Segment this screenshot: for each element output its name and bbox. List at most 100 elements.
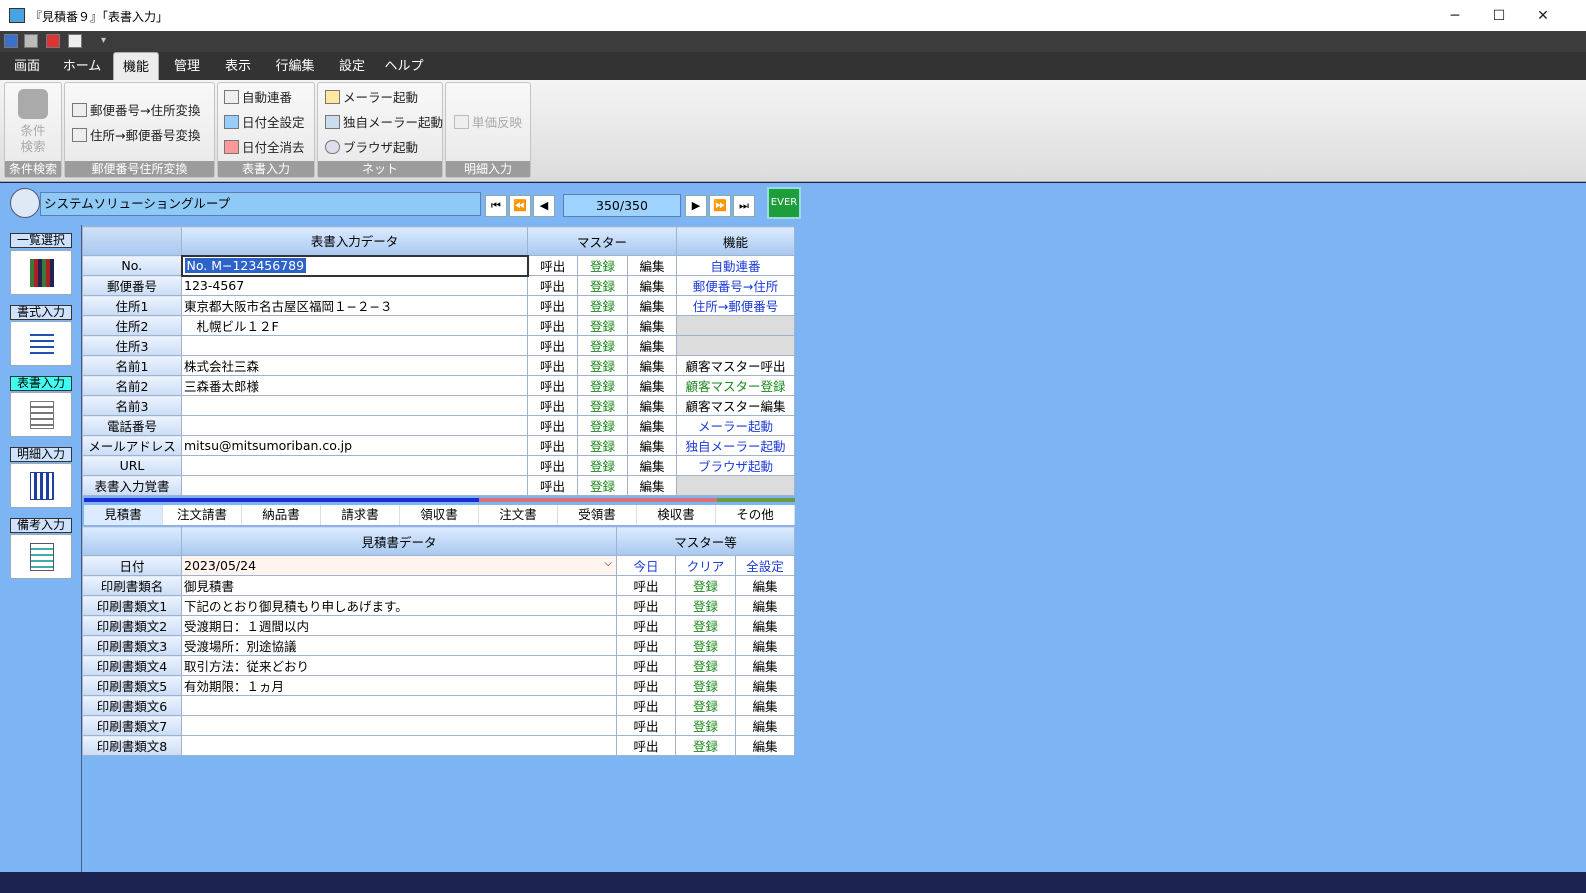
edit-button[interactable]: 編集 xyxy=(626,475,678,496)
row-value-field[interactable]: No. M−123456789 xyxy=(180,254,529,277)
preview-icon[interactable] xyxy=(68,34,82,48)
row-value-field[interactable]: 受渡場所：別途協議 xyxy=(181,635,617,656)
function-button[interactable]: 顧客マスター登録 xyxy=(676,375,796,396)
row-value-field[interactable]: 札幌ビル１２F xyxy=(181,315,528,336)
edit-button[interactable]: 編集 xyxy=(734,595,796,616)
row-value-field[interactable] xyxy=(181,335,528,356)
register-button[interactable]: 登録 xyxy=(577,475,628,496)
edit-button[interactable]: 編集 xyxy=(626,355,678,376)
launch-browser-button[interactable]: ブラウザ起動 xyxy=(325,138,418,158)
menu-function[interactable]: 機能 xyxy=(113,52,159,80)
edit-button[interactable]: 編集 xyxy=(626,315,678,336)
register-button[interactable]: 登録 xyxy=(577,435,628,456)
edit-button[interactable]: 編集 xyxy=(734,635,796,656)
call-button[interactable]: 呼出 xyxy=(527,275,578,296)
call-button[interactable]: 呼出 xyxy=(527,375,578,396)
menu-help[interactable]: ヘルプ xyxy=(382,52,426,80)
call-button[interactable]: 呼出 xyxy=(616,595,676,616)
set-all-button[interactable]: 全設定 xyxy=(734,555,796,576)
call-button[interactable]: 呼出 xyxy=(616,615,676,636)
edit-button[interactable]: 編集 xyxy=(734,655,796,676)
row-value-field[interactable]: 三森番太郎様 xyxy=(181,375,528,396)
print-icon[interactable] xyxy=(24,34,38,48)
row-value-field[interactable]: 下記のとおり御見積もり申しあげます。 xyxy=(181,595,617,616)
edit-button[interactable]: 編集 xyxy=(734,735,796,756)
function-button[interactable]: メーラー起動 xyxy=(676,415,796,436)
menu-manage[interactable]: 管理 xyxy=(165,52,209,80)
menu-screen[interactable]: 画面 xyxy=(6,52,48,80)
register-button[interactable]: 登録 xyxy=(675,575,736,596)
edit-button[interactable]: 編集 xyxy=(626,335,678,356)
close-button[interactable]: ✕ xyxy=(1520,0,1566,31)
register-button[interactable]: 登録 xyxy=(577,455,628,476)
register-button[interactable]: 登録 xyxy=(577,255,628,276)
edit-button[interactable]: 編集 xyxy=(626,295,678,316)
row-value-field[interactable]: 株式会社三森 xyxy=(181,355,528,376)
call-button[interactable]: 呼出 xyxy=(616,635,676,656)
register-button[interactable]: 登録 xyxy=(577,415,628,436)
search-magnifier-icon[interactable] xyxy=(10,188,40,218)
edit-button[interactable]: 編集 xyxy=(734,575,796,596)
prev-record-button[interactable]: ◀ xyxy=(533,195,555,217)
register-button[interactable]: 登録 xyxy=(675,655,736,676)
launch-custom-mailer-button[interactable]: 独自メーラー起動 xyxy=(325,113,443,133)
edit-button[interactable]: 編集 xyxy=(626,395,678,416)
register-button[interactable]: 登録 xyxy=(675,695,736,716)
row-value-field[interactable] xyxy=(181,715,617,736)
today-button[interactable]: 今日 xyxy=(616,555,676,576)
register-button[interactable]: 登録 xyxy=(577,375,628,396)
call-button[interactable]: 呼出 xyxy=(616,695,676,716)
tab-receipt[interactable]: 領収書 xyxy=(400,505,479,525)
edit-button[interactable]: 編集 xyxy=(626,415,678,436)
register-button[interactable]: 登録 xyxy=(675,635,736,656)
row-value-field[interactable]: 取引方法：従来どおり xyxy=(181,655,617,676)
minimize-button[interactable]: ─ xyxy=(1432,0,1478,31)
detail-input-button[interactable] xyxy=(10,463,72,508)
register-button[interactable]: 登録 xyxy=(577,275,628,296)
register-button[interactable]: 登録 xyxy=(577,335,628,356)
clear-button[interactable]: クリア xyxy=(675,555,736,576)
header-input-button[interactable] xyxy=(10,392,72,437)
row-value-field[interactable]: 123-4567 xyxy=(181,275,528,296)
row-value-field[interactable] xyxy=(181,735,617,756)
register-button[interactable]: 登録 xyxy=(577,355,628,376)
tab-delivery[interactable]: 納品書 xyxy=(242,505,321,525)
postal-to-address-button[interactable]: 郵便番号→住所変換 xyxy=(72,101,200,121)
call-button[interactable]: 呼出 xyxy=(527,315,578,336)
row-value-field[interactable] xyxy=(181,695,617,716)
tab-estimate[interactable]: 見積書 xyxy=(84,505,163,525)
menu-view[interactable]: 表示 xyxy=(216,52,260,80)
date-picker[interactable]: 2023/05/24 ⌵ xyxy=(181,555,617,576)
function-button[interactable]: 郵便番号→住所 xyxy=(676,275,796,296)
call-button[interactable]: 呼出 xyxy=(527,415,578,436)
register-button[interactable]: 登録 xyxy=(577,295,628,316)
address-to-postal-button[interactable]: 住所→郵便番号変換 xyxy=(72,126,200,146)
clear-all-dates-button[interactable]: 日付全消去 xyxy=(224,138,305,158)
row-value-field[interactable]: mitsu@mitsumoriban.co.jp xyxy=(181,435,528,456)
company-field[interactable]: システムソリューショングループ xyxy=(40,192,481,216)
row-value-field[interactable]: 受渡期日：１週間以内 xyxy=(181,615,617,636)
edit-button[interactable]: 編集 xyxy=(734,615,796,636)
tab-order[interactable]: 注文書 xyxy=(479,505,558,525)
register-button[interactable]: 登録 xyxy=(577,395,628,416)
call-button[interactable]: 呼出 xyxy=(527,395,578,416)
call-button[interactable]: 呼出 xyxy=(527,455,578,476)
call-button[interactable]: 呼出 xyxy=(616,655,676,676)
call-button[interactable]: 呼出 xyxy=(527,475,578,496)
register-button[interactable]: 登録 xyxy=(675,715,736,736)
function-button[interactable]: ブラウザ起動 xyxy=(676,455,796,476)
edit-button[interactable]: 編集 xyxy=(626,435,678,456)
last-record-button[interactable]: ⏭ xyxy=(733,195,755,217)
function-button[interactable]: 顧客マスター呼出 xyxy=(676,355,796,376)
maximize-button[interactable]: ☐ xyxy=(1476,0,1522,31)
register-button[interactable]: 登録 xyxy=(675,615,736,636)
edit-button[interactable]: 編集 xyxy=(734,715,796,736)
row-value-field[interactable]: 東京都大阪市名古屋区福岡１−２−３ xyxy=(181,295,528,316)
set-all-dates-button[interactable]: 日付全設定 xyxy=(224,113,305,133)
menu-settings[interactable]: 設定 xyxy=(330,52,374,80)
list-select-button[interactable] xyxy=(10,250,72,295)
pdf-icon[interactable] xyxy=(46,34,60,48)
row-value-field[interactable] xyxy=(181,415,528,436)
row-value-field[interactable] xyxy=(181,475,528,496)
register-button[interactable]: 登録 xyxy=(577,315,628,336)
